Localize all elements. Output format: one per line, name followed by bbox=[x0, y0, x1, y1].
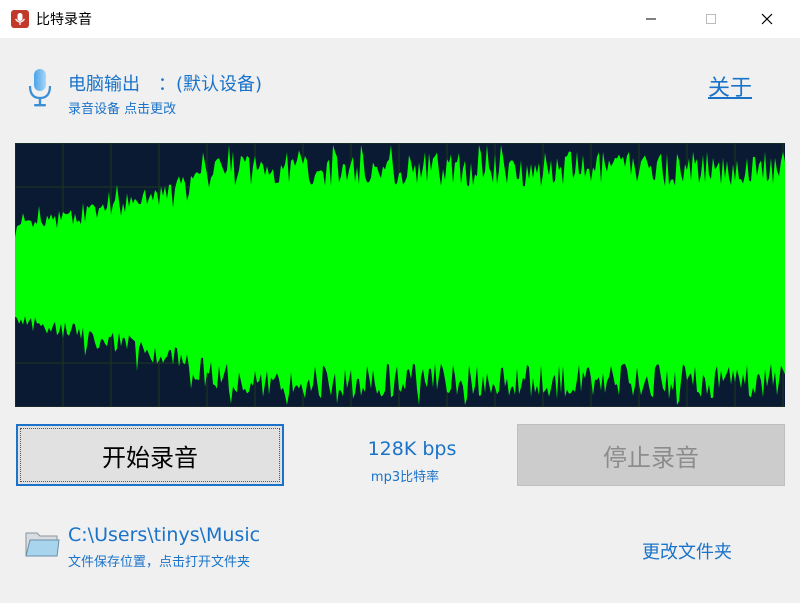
title-bar: 比特录音 bbox=[0, 0, 800, 38]
waveform-display bbox=[15, 143, 785, 407]
close-button[interactable] bbox=[744, 0, 790, 38]
bitrate-label: mp3比特率 bbox=[370, 470, 440, 485]
bitrate-value[interactable]: 128K bps bbox=[330, 438, 494, 460]
microphone-icon[interactable] bbox=[27, 68, 53, 108]
about-link[interactable]: 关于 bbox=[708, 70, 752, 102]
change-folder-button[interactable]: 更改文件夹 bbox=[642, 538, 732, 564]
recording-device-name[interactable]: 电脑输出 ：(默认设备) bbox=[68, 70, 262, 96]
recording-device-hint[interactable]: 录音设备 点击更改 bbox=[68, 98, 176, 117]
maximize-button[interactable] bbox=[688, 0, 734, 38]
save-folder-path[interactable]: C:\Users\tinys\Music bbox=[68, 524, 260, 546]
window-title: 比特录音 bbox=[36, 12, 92, 28]
microphone-app-icon bbox=[11, 10, 29, 28]
close-icon bbox=[761, 13, 773, 25]
stop-recording-button[interactable]: 停止录音 bbox=[517, 424, 785, 486]
minimize-button[interactable] bbox=[628, 0, 674, 38]
minimize-icon bbox=[646, 18, 656, 20]
start-recording-button[interactable]: 开始录音 bbox=[16, 424, 284, 486]
maximize-icon bbox=[706, 14, 716, 24]
folder-icon[interactable] bbox=[24, 525, 60, 561]
save-folder-hint[interactable]: 文件保存位置，点击打开文件夹 bbox=[68, 551, 250, 570]
